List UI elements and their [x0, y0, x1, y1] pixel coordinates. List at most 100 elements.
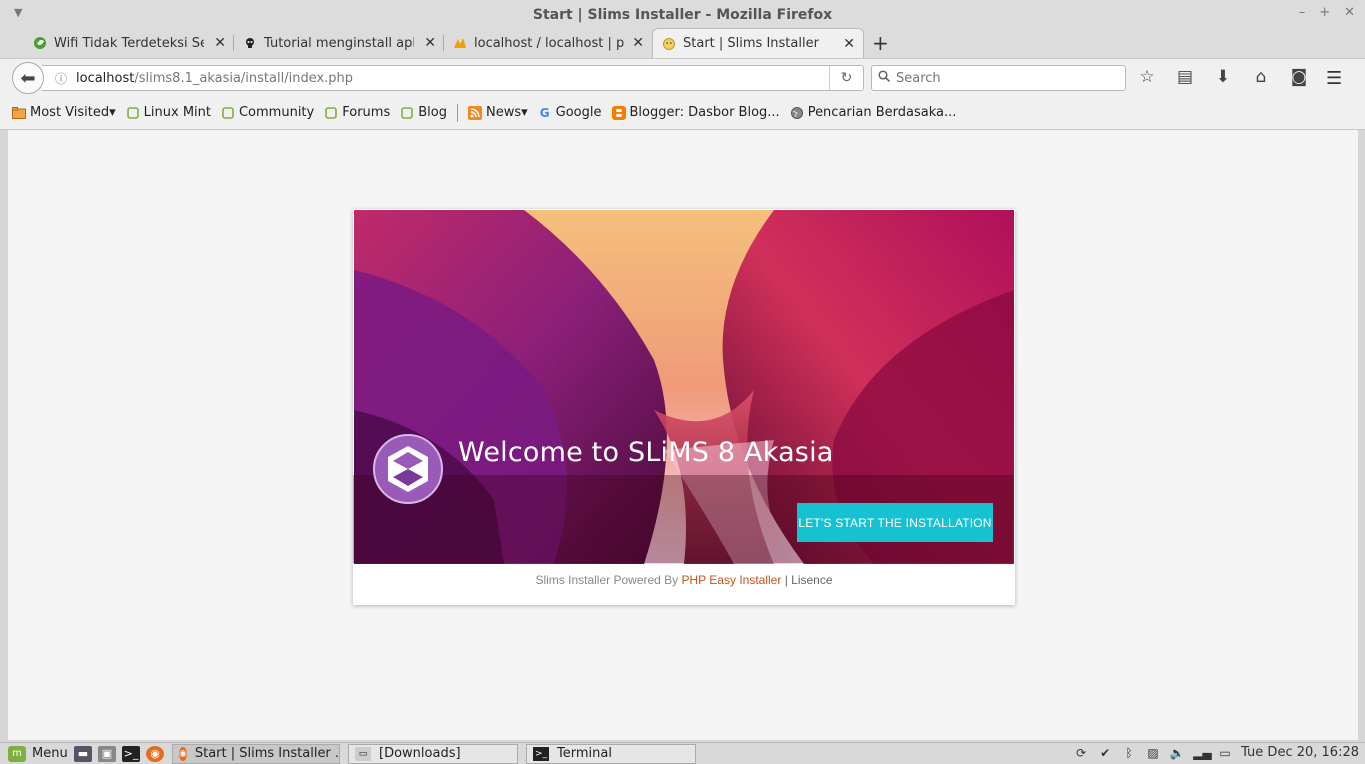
- footer-powered-by: Slims Installer Powered By: [535, 573, 679, 587]
- tab-tutorial[interactable]: Tutorial menginstall aplik... ✕: [234, 28, 444, 58]
- globe-icon: [790, 106, 804, 120]
- bookmark-label: Community: [238, 105, 315, 120]
- tab-label: Start | Slims Installer: [683, 36, 819, 51]
- navigation-bar: ⓘ localhost/slims8.1_akasia/install/inde…: [0, 58, 1365, 96]
- clock[interactable]: Tue Dec 20, 16:28: [1241, 745, 1359, 760]
- bookmark-blog[interactable]: Blog: [400, 105, 447, 120]
- start-menu-button[interactable]: m Menu: [0, 745, 70, 762]
- taskbar-window-label: Start | Slims Installer ...: [194, 746, 340, 761]
- dropdown-arrow-icon: ▾: [109, 105, 116, 120]
- bookmark-linux-mint[interactable]: Linux Mint: [126, 105, 211, 120]
- tab-slims-installer[interactable]: Start | Slims Installer ✕: [652, 28, 864, 58]
- new-tab-icon[interactable]: +: [872, 31, 889, 55]
- start-menu-label: Menu: [32, 746, 68, 761]
- volume-icon[interactable]: 🔈: [1169, 746, 1185, 760]
- minimize-icon[interactable]: –: [1299, 5, 1306, 20]
- reload-icon[interactable]: ↻: [829, 66, 863, 90]
- close-tab-icon[interactable]: ✕: [214, 35, 226, 51]
- dropdown-arrow-icon: ▾: [521, 105, 528, 120]
- slims-logo-icon: [373, 434, 443, 504]
- back-arrow-icon: ⬅: [20, 67, 36, 89]
- bookmark-star-icon[interactable]: ☆: [1136, 67, 1158, 87]
- url-host: localhost: [76, 70, 135, 86]
- bookmarks-toolbar: Most Visited ▾ Linux Mint Community Forum…: [0, 96, 1365, 130]
- bookmark-label: Blogger: Dasbor Blog...: [629, 105, 780, 120]
- bluetooth-icon[interactable]: ᛒ: [1121, 746, 1137, 760]
- tab-label: Tutorial menginstall aplik...: [264, 35, 414, 51]
- search-box[interactable]: [871, 65, 1126, 91]
- leaf-favicon-icon: [32, 35, 48, 51]
- url-path: /slims8.1_akasia/install/index.php: [134, 70, 354, 86]
- reading-list-icon[interactable]: ▤: [1174, 67, 1196, 87]
- bookmark-label: News: [485, 105, 522, 120]
- installer-card: Welcome to SLiMS 8 Akasia LET'S START TH…: [353, 209, 1015, 605]
- notes-icon[interactable]: ▨: [1145, 746, 1161, 760]
- bookmark-label: Pencarian Berdasaka...: [807, 105, 957, 120]
- home-icon[interactable]: ⌂: [1250, 67, 1272, 87]
- smiley-favicon-icon: [661, 36, 677, 52]
- search-input[interactable]: [896, 70, 1116, 86]
- license-link[interactable]: Lisence: [791, 573, 832, 587]
- bookmark-news[interactable]: News ▾: [467, 105, 528, 120]
- firefox-launcher-icon[interactable]: ◉: [146, 745, 164, 762]
- mint-leaf-icon: [324, 106, 338, 120]
- mint-leaf-icon: [126, 106, 140, 120]
- window-title: Start | Slims Installer - Mozilla Firefo…: [532, 7, 833, 23]
- start-installation-button[interactable]: LET'S START THE INSTALLATION: [797, 503, 993, 542]
- hamburger-menu-icon[interactable]: ☰: [1326, 68, 1342, 89]
- shield-check-icon[interactable]: ✔: [1097, 746, 1113, 760]
- bookmark-separator: [456, 103, 458, 122]
- url-bar[interactable]: ⓘ localhost/slims8.1_akasia/install/inde…: [42, 65, 864, 91]
- maximize-icon[interactable]: +: [1319, 5, 1330, 20]
- google-g-icon: G: [539, 105, 550, 120]
- bookmark-label: Google: [555, 105, 602, 120]
- network-signal-icon[interactable]: ▂▄: [1193, 746, 1211, 760]
- taskbar-window-firefox[interactable]: ◉ Start | Slims Installer ...: [172, 743, 340, 764]
- close-window-icon[interactable]: ✕: [1344, 5, 1355, 20]
- window-titlebar: ▼ Start | Slims Installer - Mozilla Fire…: [0, 0, 1365, 30]
- skull-favicon-icon: [242, 35, 258, 51]
- info-icon[interactable]: ⓘ: [46, 70, 76, 87]
- bookmark-blogger[interactable]: Blogger: Dasbor Blog...: [611, 105, 780, 120]
- show-desktop-icon[interactable]: ▬: [74, 745, 92, 762]
- taskbar-window-terminal[interactable]: >_ Terminal: [526, 743, 696, 764]
- folder-window-icon: ▭: [355, 746, 371, 761]
- bookmark-label: Forums: [342, 105, 391, 120]
- taskbar-window-downloads[interactable]: ▭ [Downloads]: [348, 743, 518, 764]
- window-menu-icon[interactable]: ▼: [14, 6, 22, 19]
- terminal-launcher-icon[interactable]: >_: [122, 745, 140, 762]
- pocket-icon[interactable]: ◙: [1288, 67, 1310, 87]
- taskbar-window-label: Terminal: [557, 746, 612, 761]
- file-manager-icon[interactable]: ▣: [98, 745, 116, 762]
- bookmark-pencarian[interactable]: Pencarian Berdasaka...: [790, 105, 957, 120]
- back-button[interactable]: ⬅: [12, 62, 44, 94]
- bookmark-label: Most Visited: [30, 105, 110, 120]
- bookmark-label: Linux Mint: [143, 105, 211, 120]
- system-taskbar: m Menu ▬ ▣ >_ ◉ ◉ Start | Slims Installe…: [0, 742, 1365, 764]
- battery-icon[interactable]: ▭: [1217, 746, 1233, 760]
- system-tray: ⟳ ✔ ᛒ ▨ 🔈 ▂▄ ▭ Tue Dec 20, 16:28: [1073, 745, 1359, 760]
- close-tab-icon[interactable]: ✕: [424, 35, 436, 51]
- download-icon[interactable]: ⬇: [1212, 67, 1234, 87]
- bookmark-most-visited[interactable]: Most Visited ▾: [12, 105, 116, 120]
- tab-strip: Wifi Tidak Terdeteksi Set... ✕ Tutorial …: [0, 28, 1365, 58]
- tab-phpmyadmin[interactable]: localhost / localhost | ph... ✕: [444, 28, 652, 58]
- footer-separator: |: [784, 573, 788, 587]
- update-manager-icon[interactable]: ⟳: [1073, 746, 1089, 760]
- welcome-heading: Welcome to SLiMS 8 Akasia: [458, 437, 834, 468]
- terminal-window-icon: >_: [533, 746, 549, 761]
- bookmark-community[interactable]: Community: [221, 105, 314, 120]
- php-easy-installer-link[interactable]: PHP Easy Installer: [682, 573, 782, 587]
- bookmark-forums[interactable]: Forums: [324, 105, 390, 120]
- tab-wifi[interactable]: Wifi Tidak Terdeteksi Set... ✕: [24, 28, 234, 58]
- bookmark-label: Blog: [418, 105, 447, 120]
- blogger-icon: [611, 105, 626, 120]
- toolbar-icons: ☆ ▤ ⬇ ⌂ ◙: [1136, 67, 1310, 87]
- installer-footer: Slims Installer Powered By PHP Easy Inst…: [353, 573, 1015, 587]
- folder-icon: [12, 106, 26, 120]
- mint-logo-icon: m: [8, 745, 26, 762]
- window-controls: – + ✕: [1299, 5, 1355, 20]
- close-tab-icon[interactable]: ✕: [632, 35, 644, 51]
- bookmark-google[interactable]: G Google: [538, 105, 602, 120]
- close-tab-icon[interactable]: ✕: [843, 36, 855, 52]
